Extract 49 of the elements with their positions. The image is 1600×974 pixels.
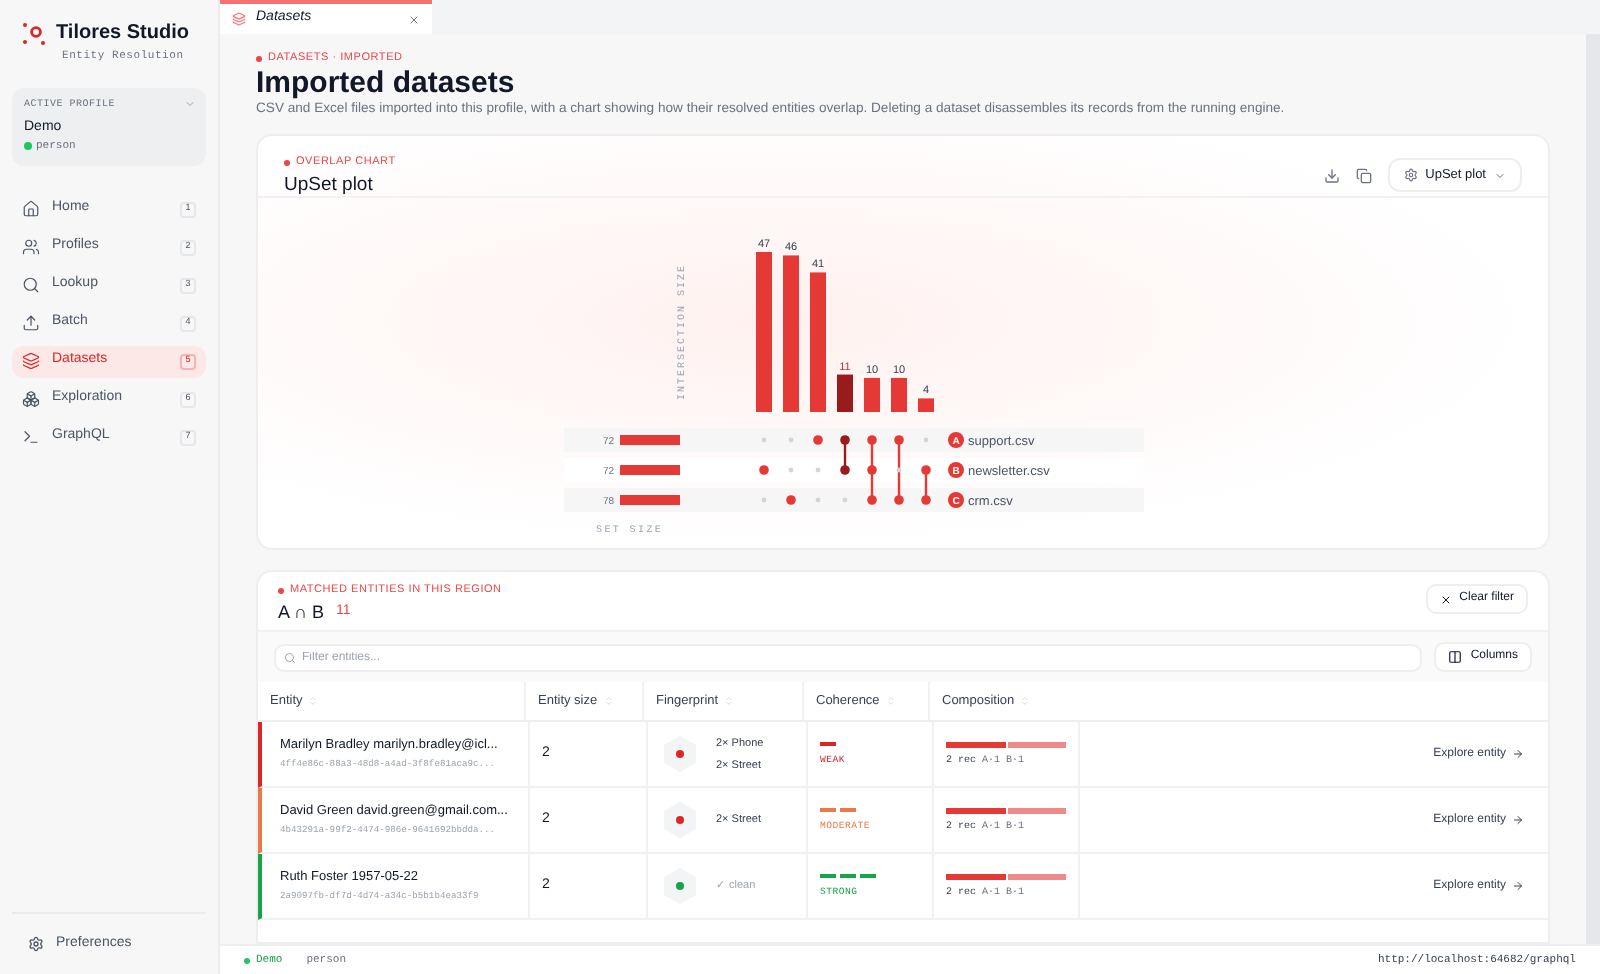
connector-line [923, 470, 927, 501]
connector-line [842, 440, 846, 471]
app-name: Tilores Studio [56, 20, 189, 48]
intersection-bar[interactable] [782, 256, 798, 413]
settings-icon [1403, 168, 1418, 183]
arrow-icon [1512, 880, 1524, 893]
composition-bar [946, 873, 1066, 880]
sort-icon [308, 696, 319, 707]
card-title: UpSet plot [284, 171, 375, 200]
logo-icon [22, 21, 46, 45]
copy-icon[interactable] [1355, 167, 1372, 184]
intersection-bar[interactable] [917, 399, 933, 413]
set-size-bar [619, 495, 679, 506]
region-label: A ∩ B [278, 599, 324, 626]
layers-icon [232, 12, 246, 26]
connector-line [869, 440, 873, 501]
composition-bar [946, 807, 1066, 814]
close-icon [1439, 593, 1452, 606]
download-icon[interactable] [1323, 167, 1340, 184]
scrollbar[interactable] [1586, 34, 1600, 944]
composition-bar [946, 741, 1066, 748]
sort-icon [724, 696, 735, 707]
chevron-icon [1494, 169, 1506, 182]
page-title: Imported datasets [256, 66, 517, 101]
close-icon [408, 13, 420, 25]
intersection-bar[interactable] [863, 378, 879, 413]
arrow-icon [1512, 748, 1524, 761]
chevron-icon [184, 98, 196, 111]
sort-icon [1020, 696, 1031, 707]
settings-icon [28, 935, 44, 952]
nav-icon [22, 276, 40, 294]
arrow-icon [1512, 814, 1524, 827]
intersection-bar[interactable] [836, 375, 852, 413]
columns-icon [1448, 650, 1463, 665]
intersection-bar[interactable] [890, 378, 906, 413]
nav-icon [22, 428, 40, 446]
nav-icon [22, 200, 40, 218]
nav-icon [22, 390, 40, 408]
connector-line [896, 440, 900, 501]
nav-icon [22, 314, 40, 332]
nav-icon [22, 238, 40, 256]
intersection-bar[interactable] [809, 273, 825, 413]
sort-icon [885, 696, 896, 707]
search-icon [284, 651, 296, 664]
set-size-bar [619, 465, 679, 476]
intersection-bar[interactable] [755, 252, 771, 413]
nav-icon [22, 352, 40, 370]
set-size-bar [619, 435, 679, 446]
sort-icon [603, 696, 614, 707]
